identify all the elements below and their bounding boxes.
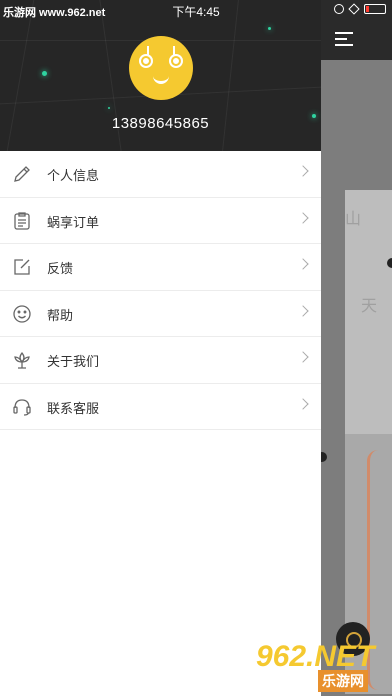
menu-item-label: 反馈 — [47, 262, 74, 277]
menu-item-label: 帮助 — [47, 308, 74, 324]
glow-dot — [268, 27, 271, 30]
watermark-logo-main: 962.NET — [256, 640, 375, 673]
phone-number: 13898645865 — [111, 115, 210, 132]
menu-icon[interactable] — [335, 32, 355, 46]
menu-list: 个人信息 蜗享订单 反馈 帮助 关于我们 联系客服 — [0, 151, 321, 430]
map-view[interactable]: 山 天 — [321, 0, 392, 696]
chevron-right-icon — [297, 397, 309, 410]
location-icon — [348, 3, 360, 15]
chevron-right-icon — [297, 304, 309, 317]
lotus-icon — [12, 350, 32, 370]
profile-header: 13898645865 — [0, 0, 321, 151]
chevron-right-icon — [297, 351, 309, 363]
chevron-right-icon — [297, 258, 309, 270]
menu-item-feedback[interactable]: 反馈 — [0, 244, 321, 291]
menu-item-orders[interactable]: 蜗享订单 — [0, 198, 321, 244]
chevron-right-icon — [297, 165, 309, 177]
side-drawer: 13898645865 个人信息 蜗享订单 反馈 帮助 关于我们 联系客服 — [0, 0, 321, 696]
map-label-top: 山 — [345, 209, 362, 228]
glow-dot — [108, 107, 110, 109]
glow-dot — [42, 71, 47, 76]
status-icons — [334, 3, 386, 15]
menu-item-label: 联系客服 — [47, 401, 100, 417]
menu-item-profile[interactable]: 个人信息 — [0, 151, 321, 198]
clipboard-icon — [12, 211, 32, 231]
orientation-lock-icon — [334, 4, 344, 14]
pencil-icon — [12, 164, 32, 184]
map-label-mid: 天 — [361, 296, 378, 315]
avatar[interactable] — [129, 36, 193, 100]
edit-square-icon — [12, 257, 32, 277]
menu-item-label: 蜗享订单 — [47, 215, 100, 231]
map-marker[interactable] — [321, 452, 327, 462]
menu-item-label: 个人信息 — [47, 169, 100, 184]
menu-item-help[interactable]: 帮助 — [0, 291, 321, 337]
smile-icon — [12, 304, 32, 324]
menu-item-about[interactable]: 关于我们 — [0, 337, 321, 384]
map-marker[interactable] — [387, 258, 392, 268]
headset-icon — [12, 397, 32, 417]
menu-item-label: 关于我们 — [47, 355, 100, 370]
chevron-right-icon — [297, 211, 309, 224]
watermark-logo: 962.NET 乐游网 — [252, 640, 392, 692]
status-bar: 乐游网 www.962.net 下午4:45 — [0, 0, 392, 22]
battery-icon — [364, 4, 386, 14]
menu-item-support[interactable]: 联系客服 — [0, 384, 321, 430]
watermark-logo-sub: 乐游网 — [318, 670, 368, 692]
